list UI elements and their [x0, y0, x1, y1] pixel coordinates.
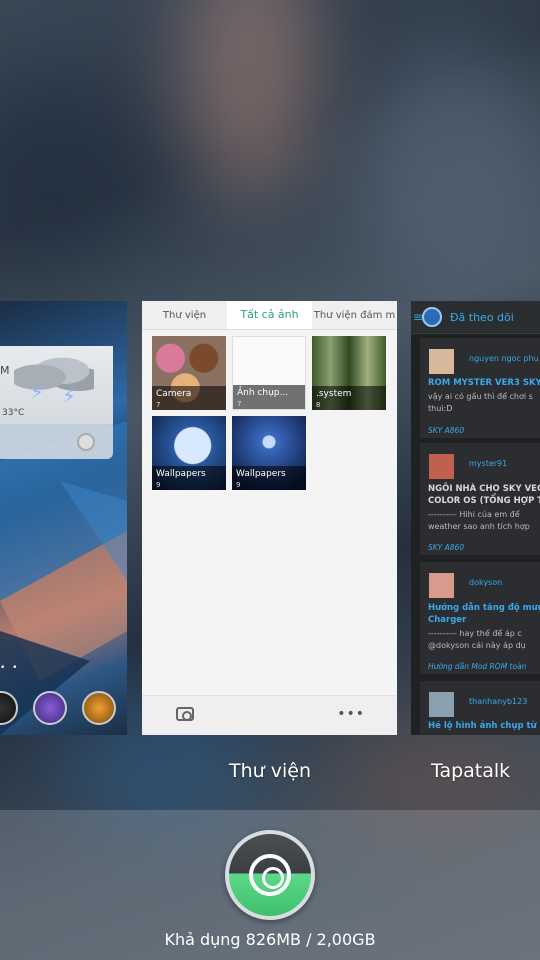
album-count: 9 — [156, 481, 161, 489]
recent-app-label-gallery: Thư viện — [229, 760, 311, 782]
post-username: nguyen ngoc phu — [469, 354, 539, 363]
lightning-icon: ⚡ — [62, 384, 77, 408]
avatar — [429, 454, 454, 479]
album-count: 9 — [236, 481, 241, 489]
memory-clean-button[interactable] — [225, 830, 315, 920]
album-label: Camera — [156, 389, 192, 399]
album-count: 7 — [237, 400, 242, 408]
album-label: Ảnh chụp... — [237, 388, 289, 398]
post-body: ---------- — [428, 731, 457, 735]
page-indicator: • • — [0, 663, 20, 673]
post-username: myster91 — [469, 459, 508, 468]
album-label: .system — [316, 389, 352, 399]
weather-widget[interactable]: ⚡ ⚡ M 33°C — [0, 346, 113, 459]
tab-library[interactable]: Thư viện — [142, 301, 227, 329]
walkman-app-icon[interactable] — [82, 691, 116, 725]
album-label: Wallpapers — [156, 469, 206, 479]
list-item[interactable]: nguyen ngoc phu ROM MYSTER VER3 SKY vậy … — [420, 338, 540, 438]
tab-all-photos[interactable]: Tất cả ảnh — [227, 301, 312, 329]
list-item[interactable]: myster91 NGÔI NHÀ CHO SKY VEG COLOR OS (… — [420, 443, 540, 555]
post-username: thanhanyb123 — [469, 697, 528, 706]
recent-app-card-gallery[interactable]: Thư viện Tất cả ảnh Thư viện đám m Camer… — [142, 301, 397, 735]
album-wallpapers-2[interactable]: Wallpapers 9 — [232, 416, 306, 490]
tab-cloud-library[interactable]: Thư viện đám m — [312, 301, 397, 329]
weather-temperature: 33°C — [2, 408, 25, 418]
tapatalk-header: ≡ Đã theo dõi — [411, 301, 540, 334]
post-title: ROM MYSTER VER3 SKY — [428, 378, 540, 388]
album-screenshots[interactable]: Ảnh chụp... 7 — [232, 336, 306, 410]
avatar — [429, 692, 454, 717]
clean-icon — [249, 854, 291, 896]
album-count: 7 — [156, 401, 161, 409]
tapatalk-header-title: Đã theo dõi — [450, 310, 514, 324]
globe-app-icon[interactable] — [33, 691, 67, 725]
post-body: ---------- Hihi của em để weather sao an… — [428, 510, 530, 531]
storm-cloud-icon — [14, 352, 94, 394]
avatar — [429, 349, 454, 374]
post-body: vậy ai có gấu thì để chơi s thui:D — [428, 392, 533, 413]
refresh-icon[interactable] — [77, 433, 95, 451]
album-system[interactable]: .system 8 — [312, 336, 386, 410]
list-item[interactable]: dokyson Hướng dẫn tăng độ mượt Charger -… — [420, 562, 540, 674]
memory-status: Khả dụng 826MB / 2,00GB — [164, 930, 376, 949]
more-options-icon[interactable]: ••• — [337, 706, 365, 722]
album-label: Wallpapers — [236, 469, 286, 479]
post-title: NGÔI NHÀ CHO SKY VEG COLOR OS (TỔNG HỢP … — [428, 484, 540, 506]
post-title: Hướng dẫn tăng độ mượt Charger — [428, 603, 540, 625]
lightning-icon: ⚡ — [30, 380, 45, 404]
list-item[interactable]: thanhanyb123 Hé lộ hình ảnh chụp từ Ca -… — [420, 681, 540, 735]
recent-app-card-home[interactable]: ⚡ ⚡ M 33°C • • — [0, 301, 127, 735]
post-forum: SKY A860 — [428, 543, 465, 552]
recent-app-card-tapatalk[interactable]: ≡ Đã theo dõi nguyen ngoc phu ROM MYSTER… — [411, 301, 540, 735]
post-forum: Hướng dẫn Mod ROM toàn — [428, 662, 527, 671]
camera-icon[interactable] — [176, 707, 194, 721]
recent-app-label-tapatalk: Tapatalk — [431, 760, 511, 782]
post-body: ---------- hay thế để áp c @dokyson cái … — [428, 629, 526, 650]
tapatalk-logo — [422, 307, 442, 327]
album-wallpapers-1[interactable]: Wallpapers 9 — [152, 416, 226, 490]
weather-location-label: M — [0, 364, 10, 377]
post-username: dokyson — [469, 578, 503, 587]
album-count: 8 — [316, 401, 321, 409]
gallery-tabs: Thư viện Tất cả ảnh Thư viện đám m — [142, 301, 397, 330]
post-forum: SKY A860 — [428, 426, 465, 435]
gallery-bottom-bar: ••• — [142, 695, 397, 735]
avatar — [429, 573, 454, 598]
album-camera[interactable]: Camera 7 — [152, 336, 226, 410]
menu-icon[interactable]: ≡ — [413, 310, 423, 324]
post-title: Hé lộ hình ảnh chụp từ Ca — [428, 721, 540, 731]
